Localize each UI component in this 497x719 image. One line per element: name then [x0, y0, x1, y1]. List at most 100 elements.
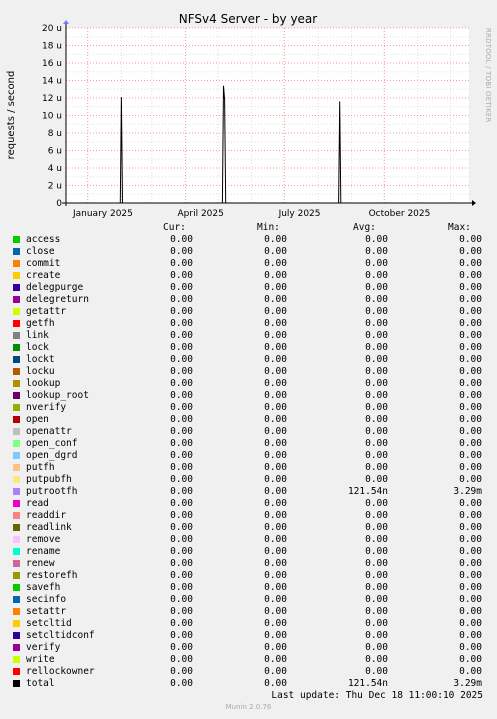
- legend-avg: 0.00: [365, 402, 388, 413]
- legend-min: 0.00: [264, 378, 287, 389]
- legend-name: locku: [26, 366, 55, 377]
- legend-max: 0.00: [459, 498, 482, 509]
- y-tick-label: 20 u: [42, 24, 62, 34]
- legend-cur: 0.00: [170, 642, 193, 653]
- legend-min: 0.00: [264, 234, 287, 245]
- y-tick-label: 0: [56, 199, 62, 209]
- y-tick-label: 12 u: [42, 94, 62, 104]
- legend-avg: 0.00: [365, 246, 388, 257]
- legend-cur: 0.00: [170, 390, 193, 401]
- legend-min: 0.00: [264, 486, 287, 497]
- legend-min: 0.00: [264, 258, 287, 269]
- legend-swatch: [13, 236, 20, 243]
- legend-row: lock 0.00 0.00 0.00 0.00: [0, 342, 497, 354]
- legend-cur: 0.00: [170, 426, 193, 437]
- legend-min: 0.00: [264, 390, 287, 401]
- legend-min: 0.00: [264, 282, 287, 293]
- legend-min: 0.00: [264, 366, 287, 377]
- legend-row: total 0.00 0.00 121.54n 3.29m: [0, 678, 497, 690]
- legend-swatch: [13, 452, 20, 459]
- legend-min: 0.00: [264, 462, 287, 473]
- legend-max: 0.00: [459, 654, 482, 665]
- legend-min: 0.00: [264, 354, 287, 365]
- legend-min: 0.00: [264, 426, 287, 437]
- legend-min: 0.00: [264, 330, 287, 341]
- legend-cur: 0.00: [170, 270, 193, 281]
- legend-row: commit 0.00 0.00 0.00 0.00: [0, 258, 497, 270]
- legend-min: 0.00: [264, 270, 287, 281]
- legend-min: 0.00: [264, 402, 287, 413]
- legend-max: 0.00: [459, 594, 482, 605]
- legend-swatch: [13, 368, 20, 375]
- legend-avg: 0.00: [365, 282, 388, 293]
- legend-min: 0.00: [264, 630, 287, 641]
- legend-swatch: [13, 380, 20, 387]
- header-max: Max:: [448, 222, 471, 233]
- legend-min: 0.00: [264, 294, 287, 305]
- legend-swatch: [13, 560, 20, 567]
- legend-row: renew 0.00 0.00 0.00 0.00: [0, 558, 497, 570]
- legend-swatch: [13, 668, 20, 675]
- legend-max: 0.00: [459, 246, 482, 257]
- munin-version: Munin 2.0.76: [225, 703, 272, 711]
- legend-min: 0.00: [264, 306, 287, 317]
- header-cur: Cur:: [163, 222, 186, 233]
- legend-name: getfh: [26, 318, 55, 329]
- legend-avg: 0.00: [365, 570, 388, 581]
- legend-max: 0.00: [459, 342, 482, 353]
- legend-swatch: [13, 464, 20, 471]
- legend-name: putfh: [26, 462, 55, 473]
- legend-cur: 0.00: [170, 570, 193, 581]
- legend-max: 0.00: [459, 414, 482, 425]
- legend-row: setcltid 0.00 0.00 0.00 0.00: [0, 618, 497, 630]
- legend-min: 0.00: [264, 414, 287, 425]
- legend-swatch: [13, 260, 20, 267]
- legend-cur: 0.00: [170, 606, 193, 617]
- legend-min: 0.00: [264, 546, 287, 557]
- legend-row: putfh 0.00 0.00 0.00 0.00: [0, 462, 497, 474]
- legend-swatch: [13, 488, 20, 495]
- legend-name: readdir: [26, 510, 67, 521]
- legend-avg: 0.00: [365, 474, 388, 485]
- legend-avg: 0.00: [365, 582, 388, 593]
- legend-max: 0.00: [459, 366, 482, 377]
- legend-avg: 0.00: [365, 642, 388, 653]
- legend-row: readdir 0.00 0.00 0.00 0.00: [0, 510, 497, 522]
- legend-max: 0.00: [459, 582, 482, 593]
- legend-max: 0.00: [459, 306, 482, 317]
- legend-max: 0.00: [459, 402, 482, 413]
- legend-avg: 0.00: [365, 666, 388, 677]
- legend-min: 0.00: [264, 654, 287, 665]
- legend-cur: 0.00: [170, 498, 193, 509]
- legend-max: 0.00: [459, 510, 482, 521]
- legend-avg: 0.00: [365, 534, 388, 545]
- legend-max: 0.00: [459, 474, 482, 485]
- y-tick-label: 6 u: [48, 147, 62, 157]
- legend-swatch: [13, 512, 20, 519]
- legend-avg: 0.00: [365, 258, 388, 269]
- x-tick-label: January 2025: [72, 209, 133, 219]
- legend-avg: 0.00: [365, 654, 388, 665]
- last-update: Last update: Thu Dec 18 11:00:10 2025: [271, 690, 483, 701]
- legend-row: restorefh 0.00 0.00 0.00 0.00: [0, 570, 497, 582]
- y-tick-label: 14 u: [42, 77, 62, 87]
- legend-row: open_dgrd 0.00 0.00 0.00 0.00: [0, 450, 497, 462]
- legend-max: 0.00: [459, 666, 482, 677]
- legend-row: access 0.00 0.00 0.00 0.00: [0, 234, 497, 246]
- legend-swatch: [13, 680, 20, 687]
- legend-min: 0.00: [264, 522, 287, 533]
- legend-row: putrootfh 0.00 0.00 121.54n 3.29m: [0, 486, 497, 498]
- legend-cur: 0.00: [170, 630, 193, 641]
- legend-name: remove: [26, 534, 61, 545]
- legend-max: 0.00: [459, 330, 482, 341]
- legend-avg: 0.00: [365, 522, 388, 533]
- x-axis-arrow: [472, 200, 476, 206]
- y-axis-arrow: [63, 20, 69, 24]
- legend-name: restorefh: [26, 570, 78, 581]
- legend-swatch: [13, 608, 20, 615]
- legend-cur: 0.00: [170, 558, 193, 569]
- legend-cur: 0.00: [170, 402, 193, 413]
- legend-swatch: [13, 524, 20, 531]
- legend-name: verify: [26, 642, 61, 653]
- legend-max: 0.00: [459, 318, 482, 329]
